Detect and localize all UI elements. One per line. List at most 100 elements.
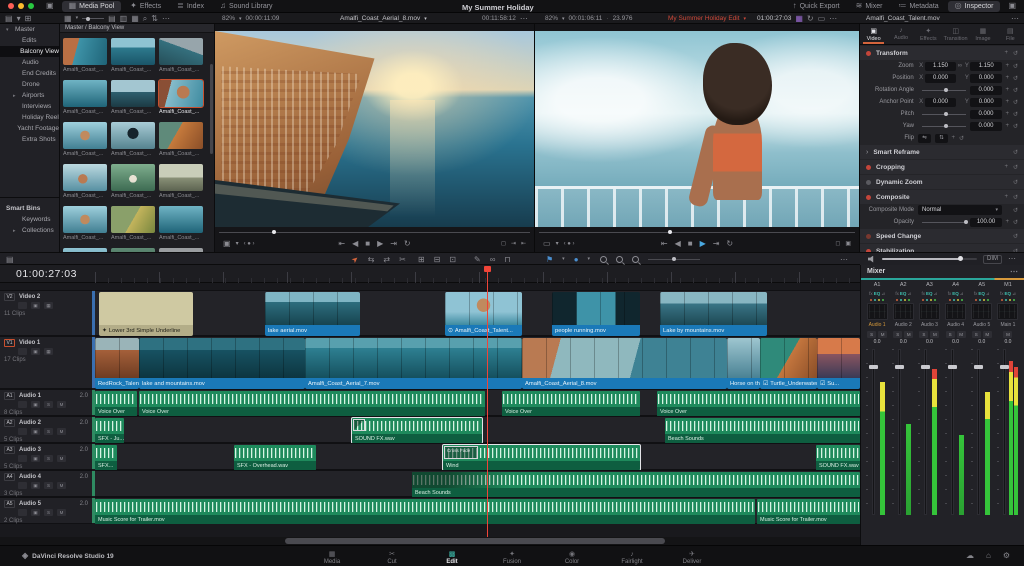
reset-icon[interactable]: ↺ [959, 135, 964, 142]
value-field-y[interactable]: 0.000 [970, 97, 1003, 107]
track-header-a5[interactable]: A5 Audio 5 2.0 ▣ S M 2 Clips [0, 497, 92, 524]
titlebar-button-mixer[interactable]: ≋ Mixer [849, 1, 890, 12]
sidebar-item-airports[interactable]: ▸ Airports [0, 90, 59, 101]
add-keyframe-icon[interactable]: + [1005, 219, 1009, 226]
sidebar-item-collections[interactable]: ▸ Collections [0, 225, 59, 236]
source-viewer-canvas[interactable] [215, 31, 534, 227]
page-tab-fusion[interactable]: ✦ Fusion [494, 548, 530, 565]
add-keyframe-icon[interactable]: + [1005, 75, 1009, 82]
source-gang-icon[interactable]: ▣ [223, 240, 231, 248]
match-frame-icon[interactable]: ◻ [835, 241, 840, 247]
timeline-horizontal-scrollbar[interactable] [285, 538, 665, 544]
replace-clip-icon[interactable]: ⊡ [449, 255, 456, 264]
window-close-button[interactable] [8, 3, 14, 9]
add-keyframe-icon[interactable]: + [1005, 63, 1009, 70]
volume-options-icon[interactable]: ⋯ [1008, 255, 1016, 263]
titlebar-button-index[interactable]: ≣ Index [170, 1, 211, 12]
eq-curve-thumbnail[interactable] [866, 303, 888, 320]
fader-knob[interactable] [947, 365, 957, 369]
media-clip-thumbnail[interactable]: Amalfi_Coast_... [63, 164, 109, 199]
flag-caret-icon[interactable]: ▾ [562, 257, 565, 262]
track-lock-icon[interactable] [18, 482, 27, 489]
page-tab-deliver[interactable]: ✈ Deliver [674, 548, 710, 565]
track-solo-button[interactable]: S [44, 428, 53, 435]
timeline-audio-clip[interactable]: SFX - Overhead.wav [234, 445, 316, 470]
track-lane-a1[interactable]: Voice Over Voice Over Voice Over Voice Over [92, 389, 860, 416]
search-icon[interactable]: ⌕ [143, 14, 147, 23]
last-frame-button[interactable]: ⇥ [713, 240, 720, 248]
reset-icon[interactable]: ↺ [1013, 207, 1018, 214]
solo-button[interactable]: S [919, 331, 929, 338]
fader-area[interactable] [892, 347, 914, 517]
step-back-button[interactable]: ◀ [675, 240, 681, 248]
fader-knob[interactable] [869, 365, 879, 369]
media-clip-thumbnail[interactable]: Amalfi_Coast_... [63, 80, 109, 115]
sidebar-item-holiday-reel[interactable]: Holiday Reel [0, 112, 59, 123]
timeline-audio-clip[interactable]: Music Score for Trailer.mov [95, 499, 755, 524]
clip-view-caret-icon[interactable]: ▾ [76, 16, 79, 21]
track-auto-select-icon[interactable]: ▣ [31, 482, 40, 489]
track-mute-button[interactable]: M [57, 401, 66, 408]
sort-icon[interactable]: ⇅ [151, 14, 158, 23]
window-zoom-button[interactable] [28, 3, 34, 9]
flip-horizontal-button[interactable]: ⇋ [918, 133, 931, 143]
timeline-clip[interactable]: Amalfi_Coast_Aerial_7.mov [305, 338, 522, 389]
eq-curve-thumbnail[interactable] [971, 303, 993, 320]
track-id-badge[interactable]: A2 [4, 418, 15, 427]
timeline-audio-clip[interactable]: Cross Fade Wind [442, 444, 641, 471]
timeline-audio-clip[interactable]: Beach Sounds [665, 418, 860, 443]
track-lane-v1[interactable]: RedRock_Talent_3...lake and mountains.mo… [92, 336, 860, 389]
solo-button[interactable]: S [893, 331, 903, 338]
tab-transition[interactable]: ◫ Transition [942, 24, 969, 44]
page-tab-media[interactable]: ▦ Media [314, 548, 350, 565]
crossfade-transition[interactable]: Cross Fade [444, 446, 478, 459]
reset-icon[interactable]: ↺ [1013, 50, 1018, 57]
eq-curve-thumbnail[interactable] [945, 303, 967, 320]
add-keyframe-icon[interactable]: + [1005, 123, 1009, 130]
eq-label[interactable]: EQ [1005, 291, 1012, 296]
track-solo-button[interactable]: S [44, 509, 53, 516]
sidebar-item-audio[interactable]: Audio [0, 57, 59, 68]
track-lock-icon[interactable] [18, 401, 27, 408]
timeline-clip[interactable]: ☑Turtle_Underwater_... [760, 338, 817, 389]
inspector-section-composite[interactable]: Composite + ↺ [860, 190, 1024, 204]
sidebar-item-extra-shots[interactable]: Extra Shots [0, 134, 59, 145]
timeline-clip[interactable]: people running.mov [552, 292, 640, 336]
section-enable-dot[interactable] [866, 50, 871, 56]
timeline-audio-clip[interactable]: Voice Over [139, 391, 485, 416]
in-point-icon[interactable]: ⇥ [511, 241, 516, 247]
tab-file[interactable]: ▤ File [997, 24, 1024, 44]
breadcrumb[interactable]: Master / Balcony View [60, 24, 214, 33]
fader-area[interactable] [944, 347, 967, 517]
add-keyframe-icon[interactable]: + [1004, 194, 1008, 201]
add-keyframe-icon[interactable]: + [1005, 99, 1009, 106]
selection-tool-icon[interactable]: ➤ [350, 254, 361, 265]
bin-list-view-icon[interactable]: ▤ [5, 14, 13, 23]
eq-label[interactable]: EQ [926, 291, 933, 296]
titlebar-button-media-pool[interactable]: ▦ Media Pool [61, 0, 122, 12]
value-field-x[interactable]: 0.000 [924, 73, 957, 83]
inspector-section-stabilization[interactable]: Stabilization ↺ [860, 244, 1024, 252]
playhead-head[interactable] [484, 266, 491, 272]
timeline-clip[interactable]: lake aerial.mov [265, 292, 360, 336]
track-header-a2[interactable]: A2 Audio 2 2.0 ▣ S M 5 Clips [0, 416, 92, 443]
inspector-section-smart-reframe[interactable]: › Smart Reframe ↺ [860, 145, 1024, 159]
sidebar-item-end-credits[interactable]: End Credits [0, 68, 59, 79]
tab-image[interactable]: ▦ Image [969, 24, 996, 44]
track-header-v1[interactable]: V1 Video 1 ▣ ▦ 17 Clips [0, 336, 92, 389]
timeline-viewer-canvas[interactable] [535, 31, 859, 227]
titlebar-button-sound-library[interactable]: ♫ Sound Library [213, 1, 280, 12]
track-id-badge[interactable]: V2 [4, 292, 15, 301]
section-enable-dot[interactable] [866, 164, 871, 170]
track-header-a1[interactable]: A1 Audio 1 2.0 ▣ S M 8 Clips [0, 389, 92, 416]
media-clip-thumbnail[interactable]: Amalfi_Coast_... [159, 206, 205, 241]
solo-button[interactable]: S [867, 331, 877, 338]
reset-icon[interactable]: ↺ [1013, 179, 1018, 186]
mixer-strip-a3[interactable]: A3 fx EQ ⊿ Audio 3 S M 0.0 [916, 282, 942, 517]
titlebar-button-effects[interactable]: ✦ Effects [123, 1, 168, 12]
reset-icon[interactable]: ↺ [1013, 233, 1018, 240]
add-keyframe-icon[interactable]: + [951, 135, 955, 142]
value-field[interactable]: 0.000 [970, 109, 1002, 119]
mute-button[interactable]: M [904, 331, 914, 338]
viewer-options-icon[interactable]: ⋯ [829, 14, 837, 23]
